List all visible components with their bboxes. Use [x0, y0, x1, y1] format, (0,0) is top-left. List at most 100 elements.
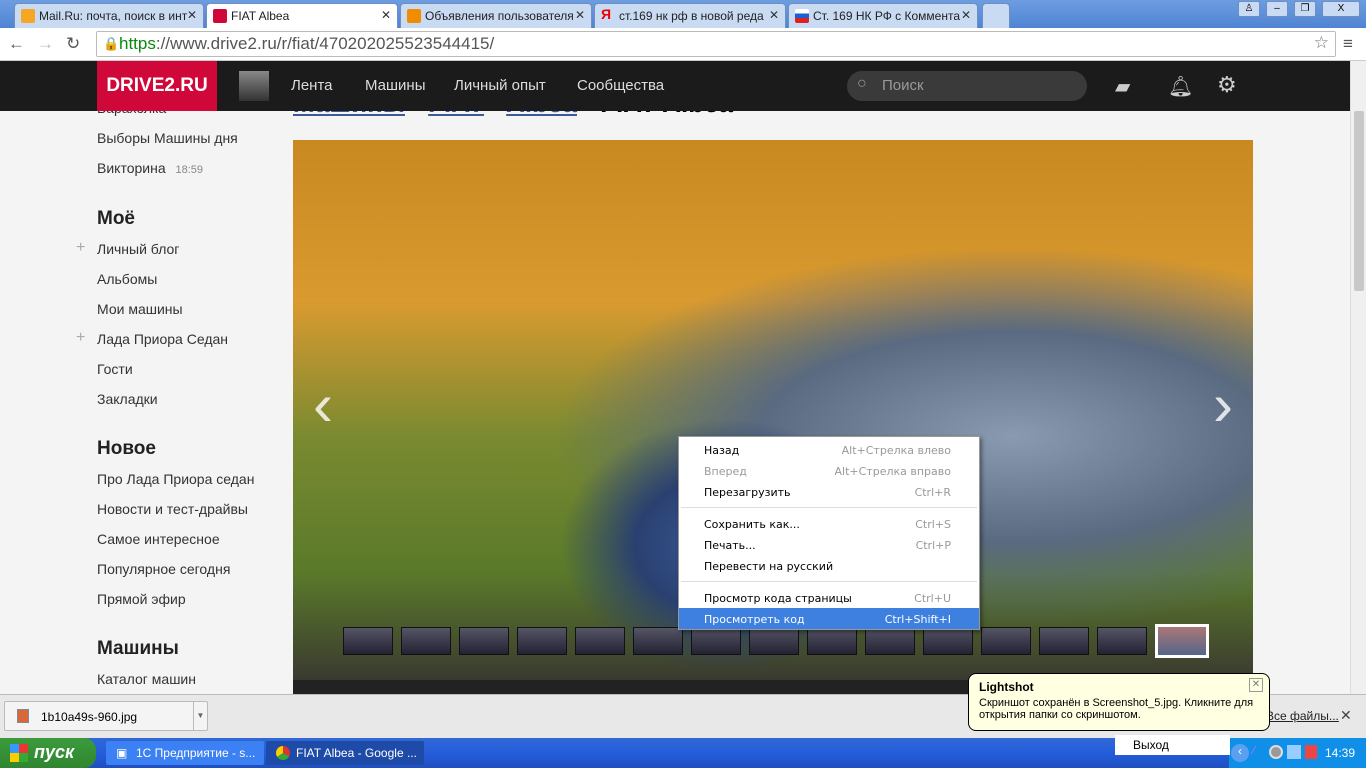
sidebar-item-news[interactable]: Новости и тест-драйвы [97, 501, 248, 517]
photo-thumbnail[interactable] [807, 627, 857, 655]
nav-experience[interactable]: Личный опыт [454, 77, 546, 94]
lightshot-icon[interactable]: ∕ [1253, 743, 1255, 757]
close-tab-icon[interactable]: ✕ [381, 8, 391, 22]
back-icon[interactable]: ← [8, 34, 25, 54]
close-notification-icon[interactable]: ✕ [1249, 678, 1263, 692]
minimize-button[interactable]: – [1266, 1, 1288, 17]
tray-expand-icon[interactable]: ‹ [1231, 744, 1249, 762]
start-button[interactable]: пуск [0, 738, 96, 768]
search-input[interactable]: ○ Поиск [847, 71, 1087, 101]
chrome-menu-icon[interactable]: ≡ [1343, 34, 1353, 54]
close-tab-icon[interactable]: ✕ [575, 8, 585, 22]
download-menu-chevron-icon[interactable]: ▼ [193, 702, 207, 730]
sidebar-item-blog[interactable]: Личный блог [97, 241, 179, 257]
messages-icon[interactable]: ▰ [1115, 74, 1130, 99]
sidebar-item-car-of-day[interactable]: Выборы Машины дня [97, 130, 238, 146]
expand-plus-icon[interactable]: + [76, 329, 85, 347]
sidebar-item-guests[interactable]: Гости [97, 361, 133, 377]
quiz-time: 18:59 [175, 164, 204, 176]
user-icon[interactable]: ♙ [1238, 1, 1260, 17]
prev-photo-arrow-icon[interactable]: ‹ [313, 370, 333, 439]
photo-thumbnail[interactable] [401, 627, 451, 655]
close-download-bar-icon[interactable]: ✕ [1340, 707, 1352, 724]
menu-label: Сохранить как... [704, 518, 800, 531]
sidebar-item-quiz[interactable]: Викторина 18:59 [97, 160, 203, 176]
expand-plus-icon[interactable]: + [76, 239, 85, 257]
menu-item-save-as[interactable]: Сохранить как... Ctrl+S [679, 513, 979, 534]
taskbar-item-1c[interactable]: ▣ 1С Предприятие - s... [106, 741, 264, 765]
close-tab-icon[interactable]: ✕ [961, 8, 971, 22]
restore-button[interactable]: ❐ [1294, 1, 1316, 17]
tab-mailru[interactable]: Mail.Ru: почта, поиск в инт ✕ [14, 3, 204, 28]
nav-communities[interactable]: Сообщества [577, 77, 664, 94]
reload-icon[interactable]: ↻ [66, 34, 80, 54]
menu-label: Просмотреть код [704, 613, 805, 626]
photo-thumbnail[interactable] [923, 627, 973, 655]
menu-shortcut: Ctrl+U [914, 592, 951, 605]
menu-item-print[interactable]: Печать... Ctrl+P [679, 534, 979, 555]
vertical-scrollbar[interactable] [1350, 61, 1366, 694]
sidebar-item-live[interactable]: Прямой эфир [97, 591, 186, 607]
photo-thumbnail[interactable] [865, 627, 915, 655]
photo-thumbnail[interactable] [1039, 627, 1089, 655]
photo-thumbnail[interactable] [517, 627, 567, 655]
sidebar-item-interesting[interactable]: Самое интересное [97, 531, 220, 547]
sidebar-item-catalog[interactable]: Каталог машин [97, 671, 196, 687]
download-item[interactable]: 1b10a49s-960.jpg ▼ [4, 701, 208, 731]
tab-ok-ads[interactable]: Объявления пользователя ✕ [400, 3, 592, 28]
photo-thumbnail[interactable] [575, 627, 625, 655]
menu-label: Просмотр кода страницы [704, 592, 852, 605]
scrollbar-thumb[interactable] [1354, 111, 1364, 291]
photo-thumbnail[interactable] [1155, 624, 1209, 658]
tab-yandex[interactable]: Яст.169 нк рф в новой реда ✕ [594, 3, 786, 28]
menu-item-reload[interactable]: Перезагрузить Ctrl+R [679, 481, 979, 502]
tab-fiat-albea[interactable]: FIAT Albea ✕ [206, 3, 398, 28]
bell-icon[interactable]: 🔔︎ [1168, 74, 1193, 99]
menu-shortcut: Ctrl+P [915, 539, 951, 552]
sidebar-item-lada[interactable]: Лада Приора Седан [97, 331, 228, 347]
tray-app-icon[interactable] [1269, 745, 1283, 759]
sidebar-item-about-lada[interactable]: Про Лада Приора седан [97, 471, 254, 487]
nav-cars[interactable]: Машины [365, 77, 425, 94]
taskbar-item-chrome[interactable]: FIAT Albea - Google ... [266, 741, 424, 765]
close-window-button[interactable]: X [1322, 1, 1360, 17]
windows-logo-icon [10, 744, 28, 762]
close-tab-icon[interactable]: ✕ [769, 8, 779, 22]
tab-nk-rf[interactable]: Ст. 169 НК РФ с Коммента ✕ [788, 3, 978, 28]
gear-icon[interactable]: ⚙ [1217, 72, 1237, 98]
sidebar-item-albums[interactable]: Альбомы [97, 271, 157, 287]
tab-label: Объявления пользователя [425, 9, 574, 23]
menu-item-translate[interactable]: Перевести на русский [679, 555, 979, 576]
photo-thumbnail[interactable] [691, 627, 741, 655]
show-all-downloads-link[interactable]: Все файлы... [1266, 709, 1339, 723]
next-photo-arrow-icon[interactable]: › [1213, 370, 1233, 439]
photo-thumbnail[interactable] [1097, 627, 1147, 655]
url-input[interactable]: 🔒 https://www.drive2.ru/r/fiat/4702020255… [96, 31, 1336, 57]
network-icon[interactable] [1287, 745, 1301, 759]
menu-item-forward[interactable]: Вперед Alt+Стрелка вправо [679, 460, 979, 481]
photo-thumbnail[interactable] [343, 627, 393, 655]
lightshot-notification[interactable]: Lightshot Скриншот сохранён в Screenshot… [968, 673, 1270, 731]
drive2-logo[interactable]: DRIVE2.RU [97, 61, 217, 111]
menu-item-inspect[interactable]: Просмотреть код Ctrl+Shift+I [679, 608, 979, 629]
sidebar-item-popular[interactable]: Популярное сегодня [97, 561, 230, 577]
nav-feed[interactable]: Лента [291, 77, 333, 94]
close-tab-icon[interactable]: ✕ [187, 8, 197, 22]
ccleaner-icon[interactable] [1305, 745, 1317, 759]
new-tab-button[interactable] [982, 3, 1010, 28]
tray-menu-exit[interactable]: Выход [1115, 735, 1230, 755]
start-label: пуск [34, 742, 75, 762]
photo-thumbnail[interactable] [459, 627, 509, 655]
sidebar-item-bookmarks[interactable]: Закладки [97, 391, 158, 407]
avatar[interactable] [239, 71, 269, 101]
sidebar-item-my-cars[interactable]: Мои машины [97, 301, 183, 317]
menu-item-back[interactable]: Назад Alt+Стрелка влево [679, 439, 979, 460]
photo-thumbnail[interactable] [749, 627, 799, 655]
forward-icon[interactable]: → [37, 34, 54, 54]
photo-thumbnail[interactable] [633, 627, 683, 655]
search-icon: ○ [857, 75, 867, 92]
photo-thumbnail[interactable] [981, 627, 1031, 655]
tab-label: FIAT Albea [231, 9, 290, 23]
menu-item-view-source[interactable]: Просмотр кода страницы Ctrl+U [679, 587, 979, 608]
bookmark-star-icon[interactable]: ☆ [1314, 33, 1329, 53]
